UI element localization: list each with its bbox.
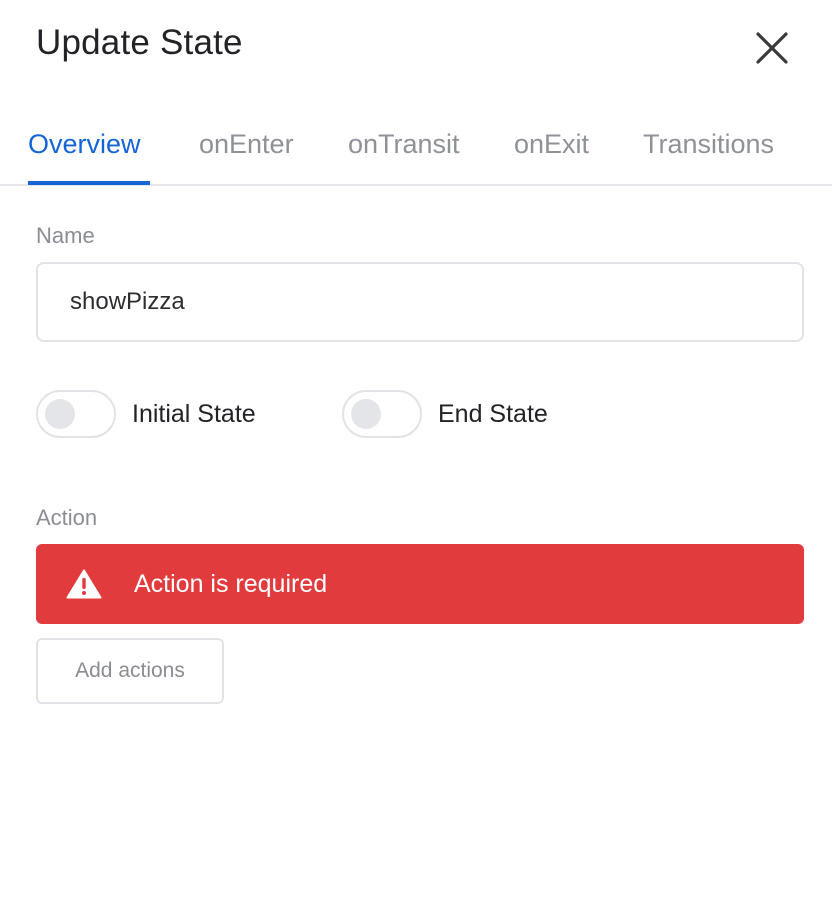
tab-overview[interactable]: Overview — [28, 126, 150, 185]
tab-onenter[interactable]: onEnter — [199, 126, 294, 184]
end-state-toggle-group: End State — [342, 390, 548, 438]
error-message: Action is required — [134, 570, 328, 598]
action-label: Action — [36, 505, 98, 530]
initial-state-toggle-group: Initial State — [36, 390, 256, 438]
close-button[interactable] — [748, 24, 796, 72]
close-icon — [748, 24, 796, 72]
add-actions-button[interactable]: Add actions — [36, 638, 224, 704]
initial-state-toggle[interactable] — [36, 390, 116, 438]
tab-ontransit[interactable]: onTransit — [348, 126, 460, 184]
action-error-banner: Action is required — [36, 544, 804, 624]
name-input[interactable] — [36, 262, 804, 342]
toggle-knob — [351, 399, 381, 429]
toggle-knob — [45, 399, 75, 429]
update-state-panel: Update State Overview onEnter onTransit … — [0, 0, 832, 918]
warning-icon — [66, 569, 102, 599]
initial-state-label: Initial State — [132, 400, 256, 428]
end-state-label: End State — [438, 400, 548, 428]
dialog-title: Update State — [36, 23, 243, 62]
end-state-toggle[interactable] — [342, 390, 422, 438]
name-label: Name — [36, 223, 95, 248]
tab-bar: Overview onEnter onTransit onExit Transi… — [0, 116, 832, 186]
tab-transitions[interactable]: Transitions — [643, 126, 774, 184]
tab-onexit[interactable]: onExit — [514, 126, 589, 184]
